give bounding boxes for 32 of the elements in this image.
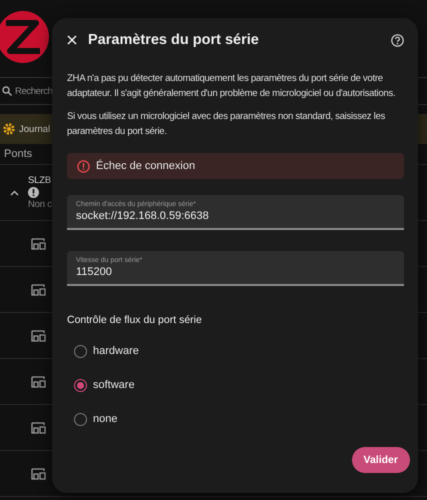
devices-icon [31,422,46,434]
section-heading: Ponts [4,148,32,160]
description-text: ZHA n'a pas pu détecter automatiquement les paramètres du port série de votre adaptateur. Il s'agit généralement d'un problème de micrologiciel ou d'autorisations. [67,72,396,101]
radio-label[interactable]: hardware [93,345,139,357]
error-icon [77,160,90,172]
description-text: Si vous utilisez un micrologiciel avec des paramètres non standard, saisissez les paramètres du port série. [67,110,386,139]
error-message: Échec de connexion [96,160,196,172]
help-icon[interactable] [391,34,404,46]
devices-icon [31,238,46,250]
radio-button[interactable] [74,378,87,392]
flow-control-heading: Contrôle de flux du port série [67,314,203,326]
radio-button[interactable] [74,344,87,358]
gear-icon [2,122,16,136]
radio-button[interactable] [74,412,87,426]
alert-icon [28,187,39,198]
bridge-name: SLZB [28,175,51,186]
close-icon[interactable] [67,35,77,45]
radio-label[interactable]: none [93,413,118,425]
devices-icon [31,330,46,342]
dialog-title: Paramètres du port série [88,32,260,48]
search-field[interactable]: Recherch [15,86,52,96]
field-input[interactable]: 115200 [76,266,395,278]
radio-label[interactable]: software [93,379,135,391]
submit-button[interactable]: Valider [352,447,410,473]
search-icon [2,86,12,96]
chevron-up-icon[interactable] [10,190,18,196]
field-input[interactable]: socket://192.168.0.59:6638 [76,210,395,222]
journal-label: Journal [19,124,50,134]
bridge-status: Non c [28,199,52,210]
devices-icon [31,376,46,388]
devices-icon [31,284,46,296]
devices-icon [31,468,46,480]
